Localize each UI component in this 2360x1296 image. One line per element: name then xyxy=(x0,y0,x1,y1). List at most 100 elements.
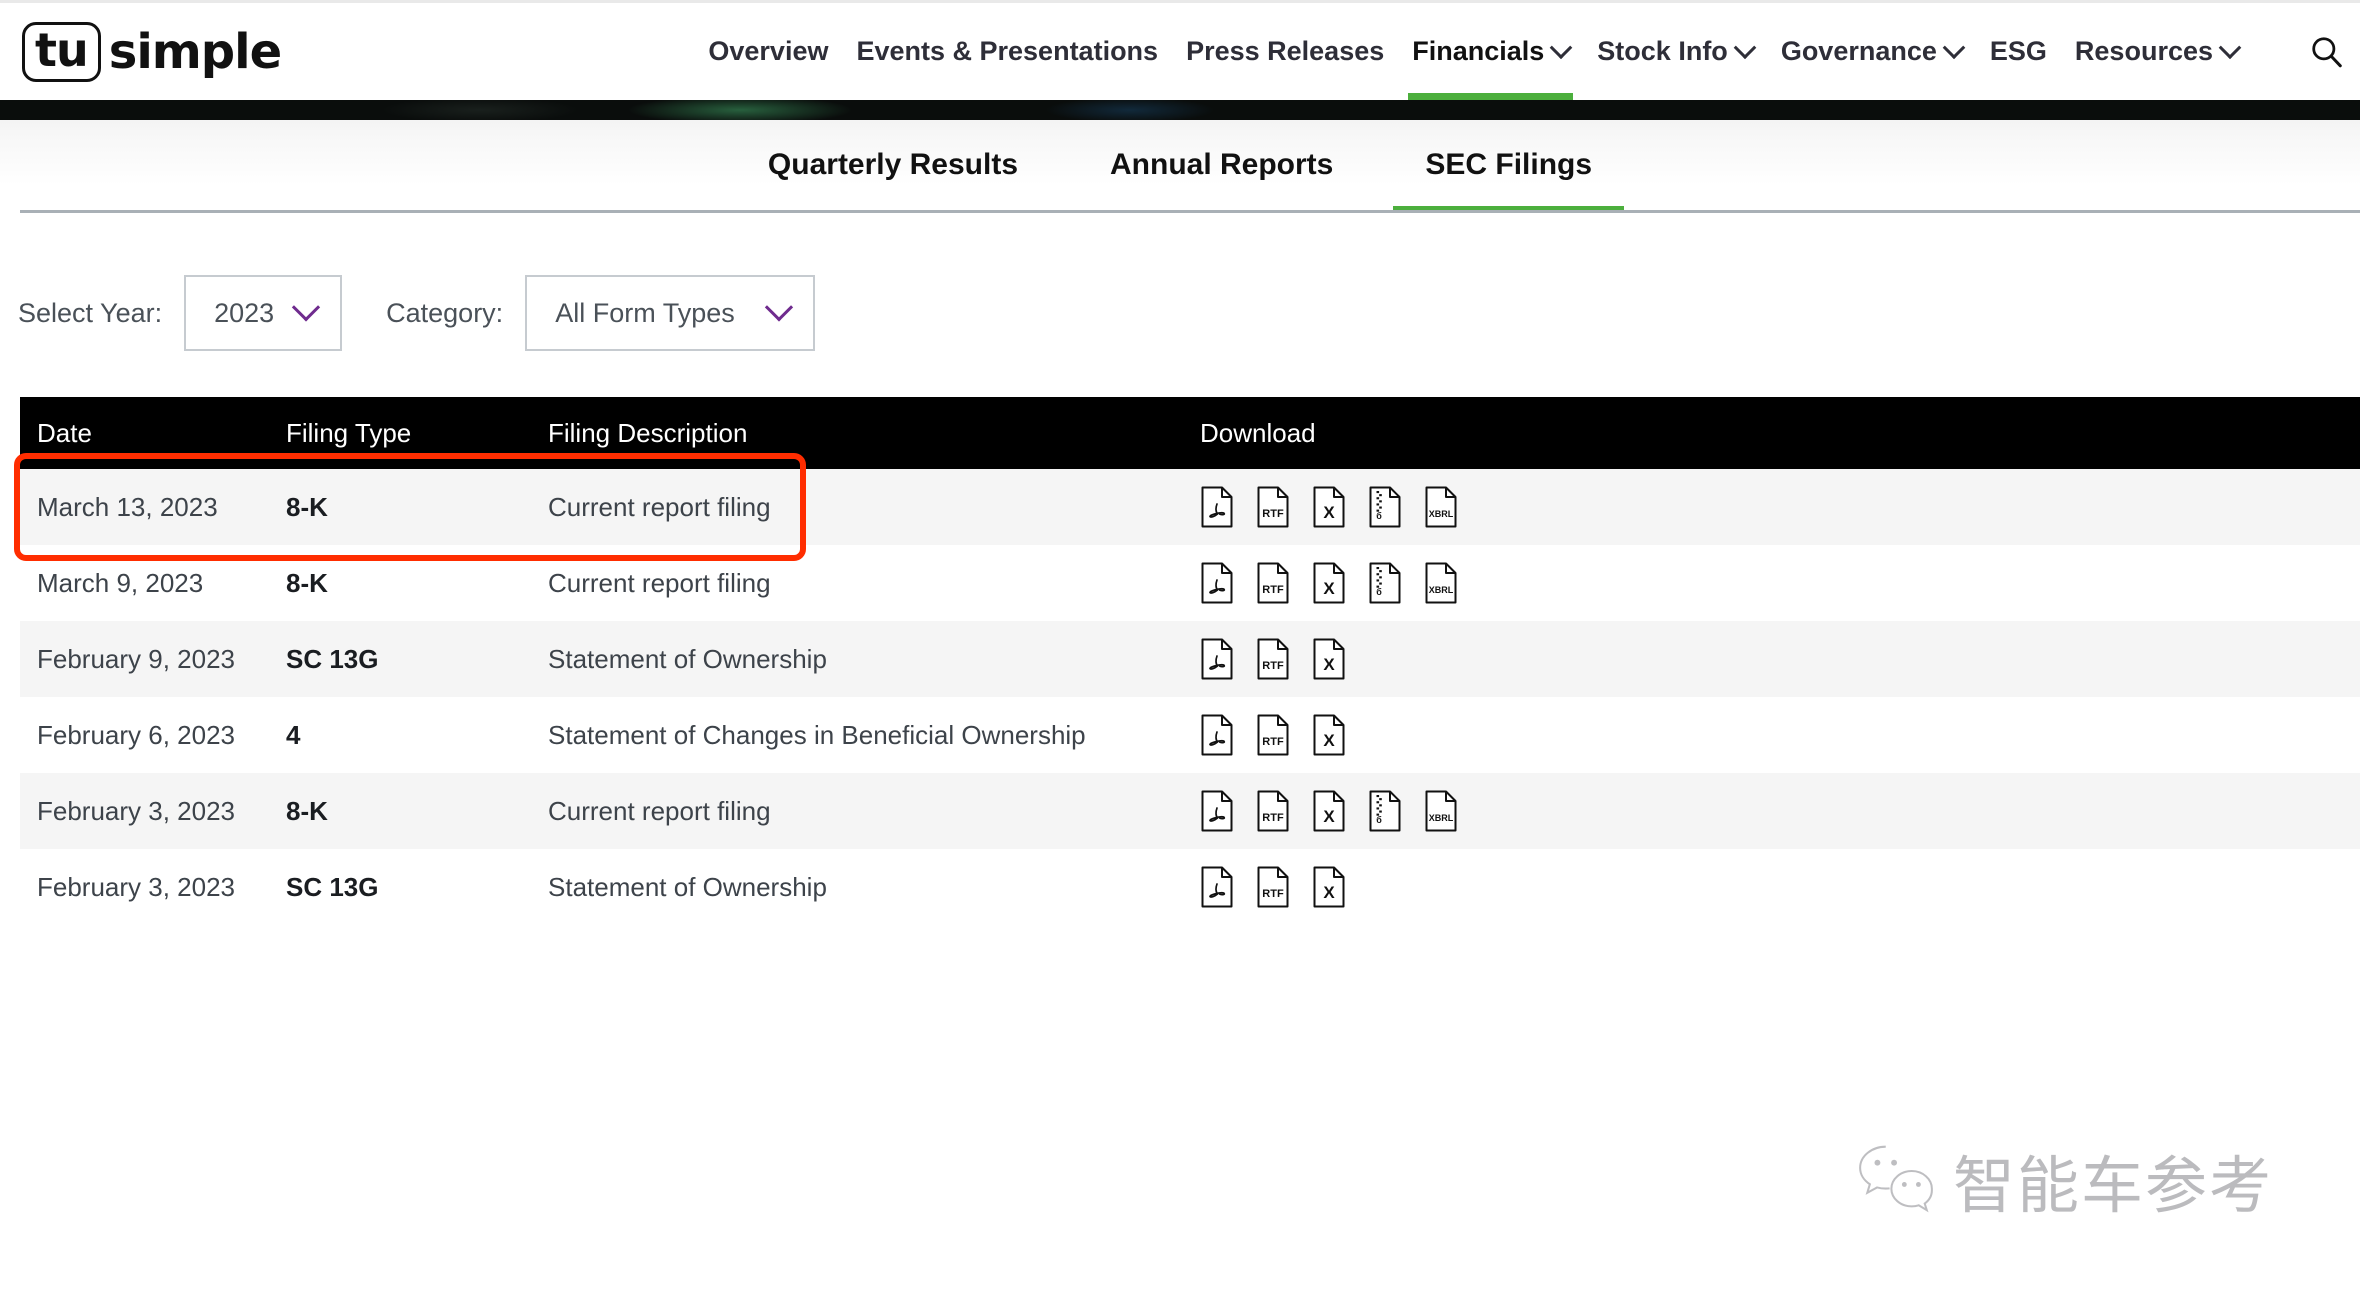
xbrl-file-icon[interactable]: XBRL xyxy=(1424,561,1458,605)
nav-item-governance[interactable]: Governance xyxy=(1767,3,1976,100)
svg-text:X: X xyxy=(1323,883,1335,902)
column-header-date: Date xyxy=(37,417,92,448)
table-row[interactable]: March 13, 2023 8-K Current report filing RT… xyxy=(20,469,2360,545)
rtf-file-icon[interactable]: RTF xyxy=(1256,789,1290,833)
logo-word-text: simple xyxy=(108,23,282,80)
nav-item-events-presentations[interactable]: Events & Presentations xyxy=(842,3,1172,100)
cell-filing-type: 4 xyxy=(286,719,301,750)
x-file-icon[interactable]: X xyxy=(1312,865,1346,909)
x-file-icon[interactable]: X xyxy=(1312,789,1346,833)
x-file-icon[interactable]: X xyxy=(1312,485,1346,529)
sec-filings-table: Date Filing Type Filing Description Down… xyxy=(0,397,2360,925)
cell-date: February 3, 2023 xyxy=(37,795,236,826)
pdf-file-icon[interactable] xyxy=(1200,865,1234,909)
nav-item-overview[interactable]: Overview xyxy=(694,3,842,100)
cell-download-links: RTF Xб XBRL xyxy=(1200,561,2360,605)
nav-item-label: Stock Info xyxy=(1597,36,1728,66)
wechat-logo-icon xyxy=(1859,1145,1933,1213)
pdf-file-icon[interactable] xyxy=(1200,561,1234,605)
cell-filing-type: SC 13G xyxy=(286,643,379,674)
table-row[interactable]: March 9, 2023 8-K Current report filing RTF… xyxy=(20,545,2360,621)
primary-nav: Overview Events & Presentations Press Rele… xyxy=(694,3,2252,100)
nav-item-resources[interactable]: Resources xyxy=(2061,3,2252,100)
chevron-down-icon xyxy=(765,293,794,322)
table-row[interactable]: February 6, 2023 4 Statement of Changes in… xyxy=(20,697,2360,773)
table-row[interactable]: February 9, 2023 SC 13G Statement of Owner… xyxy=(20,621,2360,697)
cell-download-links: RTF Xб XBRL xyxy=(1200,485,2360,529)
pdf-file-icon[interactable] xyxy=(1200,713,1234,757)
pdf-file-icon[interactable] xyxy=(1200,789,1234,833)
cell-download-links: RTF X xyxy=(1200,865,2360,909)
cell-filing-description: Current report filing xyxy=(548,567,771,598)
chevron-down-icon xyxy=(1733,35,1757,59)
svg-text:б: б xyxy=(1376,511,1382,521)
column-header-filing-description: Filing Description xyxy=(548,417,748,448)
category-select-value: All Form Types xyxy=(555,297,735,328)
site-logo[interactable]: tu simple xyxy=(22,3,282,100)
nav-item-esg[interactable]: ESG xyxy=(1976,3,2061,100)
nav-item-label: Events & Presentations xyxy=(856,36,1159,66)
pdf-file-icon[interactable] xyxy=(1200,637,1234,681)
subtab-label: SEC Filings xyxy=(1425,148,1593,181)
category-select[interactable]: All Form Types xyxy=(525,275,816,351)
cell-filing-description: Current report filing xyxy=(548,795,771,826)
nav-item-label: Overview xyxy=(708,36,829,66)
cell-filing-type: 8-K xyxy=(286,491,328,522)
nav-item-press-releases[interactable]: Press Releases xyxy=(1172,3,1398,100)
svg-text:X: X xyxy=(1323,731,1335,750)
cell-date: March 13, 2023 xyxy=(37,491,218,522)
nav-item-label: Press Releases xyxy=(1186,36,1385,66)
column-header-download: Download xyxy=(1200,417,1316,448)
table-row[interactable]: February 3, 2023 8-K Current report filing… xyxy=(20,773,2360,849)
svg-text:X: X xyxy=(1323,503,1335,522)
top-navigation-bar: tu simple Overview Events & Presentations… xyxy=(0,0,2360,100)
cell-date: February 6, 2023 xyxy=(37,719,236,750)
subtab-list: Quarterly Results Annual Reports SEC Filin… xyxy=(0,120,2360,213)
cell-filing-description: Statement of Changes in Beneficial Owner… xyxy=(548,719,1086,750)
watermark-text: 智能车参考 xyxy=(1953,1149,2274,1222)
x-file-icon[interactable]: X xyxy=(1312,561,1346,605)
x-file-icon[interactable]: X xyxy=(1312,713,1346,757)
xbrl-file-icon[interactable]: XBRL xyxy=(1424,789,1458,833)
nav-item-label: ESG xyxy=(1989,36,2047,66)
chevron-down-icon xyxy=(2218,35,2242,59)
cell-download-links: RTF X xyxy=(1200,637,2360,681)
chevron-down-icon xyxy=(1549,35,1573,59)
rtf-file-icon[interactable]: RTF xyxy=(1256,713,1290,757)
chevron-down-icon xyxy=(291,293,321,322)
subtab-quarterly-results[interactable]: Quarterly Results xyxy=(722,120,1064,213)
svg-text:RTF: RTF xyxy=(1262,508,1284,520)
zip-file-icon[interactable]: б xyxy=(1368,485,1402,529)
rtf-file-icon[interactable]: RTF xyxy=(1256,485,1290,529)
nav-item-financials[interactable]: Financials xyxy=(1398,3,1583,100)
subtab-divider xyxy=(20,210,2360,213)
logo-box-text: tu xyxy=(22,21,101,82)
rtf-file-icon[interactable]: RTF xyxy=(1256,561,1290,605)
search-button[interactable] xyxy=(2286,3,2360,100)
zip-file-icon[interactable]: б xyxy=(1368,789,1402,833)
cell-filing-description: Current report filing xyxy=(548,491,771,522)
x-file-icon[interactable]: X xyxy=(1312,637,1346,681)
svg-text:RTF: RTF xyxy=(1262,812,1284,824)
decorative-dark-band xyxy=(0,100,2360,120)
nav-active-underline xyxy=(1408,93,1574,100)
table-row[interactable]: February 3, 2023 SC 13G Statement of Owner… xyxy=(20,849,2360,925)
pdf-file-icon[interactable] xyxy=(1200,485,1234,529)
svg-text:X: X xyxy=(1323,579,1335,598)
zip-file-icon[interactable]: б xyxy=(1368,561,1402,605)
nav-item-label: Financials xyxy=(1412,36,1545,66)
rtf-file-icon[interactable]: RTF xyxy=(1256,637,1290,681)
subtab-sec-filings[interactable]: SEC Filings xyxy=(1379,120,1638,213)
cell-download-links: RTF Xб XBRL xyxy=(1200,789,2360,833)
table-header-row: Date Filing Type Filing Description Down… xyxy=(20,397,2360,469)
year-select[interactable]: 2023 xyxy=(184,275,343,351)
nav-item-stock-info[interactable]: Stock Info xyxy=(1583,3,1767,100)
chevron-down-icon xyxy=(1942,35,1966,59)
cell-filing-description: Statement of Ownership xyxy=(548,643,827,674)
rtf-file-icon[interactable]: RTF xyxy=(1256,865,1290,909)
xbrl-file-icon[interactable]: XBRL xyxy=(1424,485,1458,529)
subtab-annual-reports[interactable]: Annual Reports xyxy=(1064,120,1379,213)
cell-filing-type: 8-K xyxy=(286,795,328,826)
search-icon xyxy=(2312,36,2342,67)
year-select-value: 2023 xyxy=(214,297,275,328)
